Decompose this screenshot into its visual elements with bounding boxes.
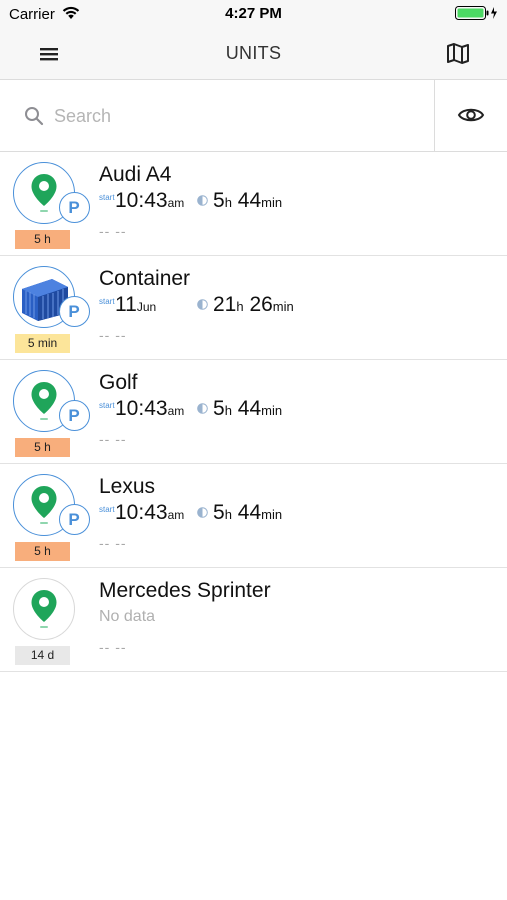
start-value: 10:43am	[115, 501, 185, 524]
search-icon	[24, 106, 44, 131]
no-data-label: No data	[99, 608, 156, 625]
hamburger-menu-icon[interactable]	[36, 42, 62, 66]
search-input[interactable]	[54, 100, 414, 132]
unit-footer-text: -- --	[99, 223, 127, 239]
last-update-badge: 5 h	[15, 438, 70, 457]
parking-icon: P	[59, 400, 90, 431]
unit-footer-text: -- --	[99, 327, 127, 343]
status-bar: Carrier 4:27 PM	[0, 0, 507, 28]
start-value: 11Jun	[115, 293, 157, 316]
last-update-badge: 5 min	[15, 334, 70, 353]
duration-icon	[197, 403, 208, 414]
duration-icon	[197, 195, 208, 206]
location-pin-icon	[31, 486, 57, 524]
parking-icon: P	[59, 296, 90, 327]
unit-avatar: P	[13, 474, 90, 536]
unit-name: Lexus	[99, 475, 156, 498]
duration-icon	[197, 299, 208, 310]
location-pin-icon	[31, 590, 57, 628]
start-label: start	[99, 297, 115, 306]
unit-row-mercedes-sprinter[interactable]: 14 d Mercedes Sprinter No data -- --	[0, 568, 507, 672]
clock-time: 4:27 PM	[225, 5, 282, 22]
search-bar	[0, 80, 507, 152]
last-update-badge: 5 h	[15, 230, 70, 249]
parking-icon: P	[59, 192, 90, 223]
units-list: P 5 h Audi A4 start 10:43am 5h 44min -- …	[0, 152, 507, 672]
navigation-bar: UNITS	[0, 28, 507, 80]
map-icon[interactable]	[445, 40, 471, 66]
start-value: 10:43am	[115, 397, 185, 420]
unit-name: Mercedes Sprinter	[99, 579, 271, 602]
unit-name: Golf	[99, 371, 138, 394]
unit-row-lexus[interactable]: P 5 h Lexus start 10:43am 5h 44min -- --	[0, 464, 507, 568]
unit-name: Audi A4	[99, 163, 172, 186]
unit-name: Container	[99, 267, 191, 290]
parking-icon: P	[59, 504, 90, 535]
location-pin-icon	[31, 382, 57, 420]
battery-icon	[455, 6, 499, 25]
unit-avatar: P	[13, 370, 90, 432]
last-update-badge: 14 d	[15, 646, 70, 665]
unit-row-container[interactable]: P 5 min Container start 11Jun 21h 26min …	[0, 256, 507, 360]
unit-footer-text: -- --	[99, 535, 127, 551]
unit-row-audi-a4[interactable]: P 5 h Audi A4 start 10:43am 5h 44min -- …	[0, 152, 507, 256]
start-label: start	[99, 193, 115, 202]
duration-icon	[197, 507, 208, 518]
location-pin-icon	[31, 174, 57, 212]
page-title: UNITS	[225, 43, 282, 63]
eye-icon	[457, 108, 485, 122]
unit-avatar: P	[13, 162, 90, 224]
start-value: 10:43am	[115, 189, 185, 212]
unit-footer-text: -- --	[99, 639, 127, 655]
start-label: start	[99, 505, 115, 514]
unit-avatar	[13, 578, 75, 640]
unit-footer-text: -- --	[99, 431, 127, 447]
visibility-toggle-button[interactable]	[435, 80, 507, 152]
unit-row-golf[interactable]: P 5 h Golf start 10:43am 5h 44min -- --	[0, 360, 507, 464]
unit-avatar: P	[13, 266, 90, 328]
last-update-badge: 5 h	[15, 542, 70, 561]
start-label: start	[99, 401, 115, 410]
